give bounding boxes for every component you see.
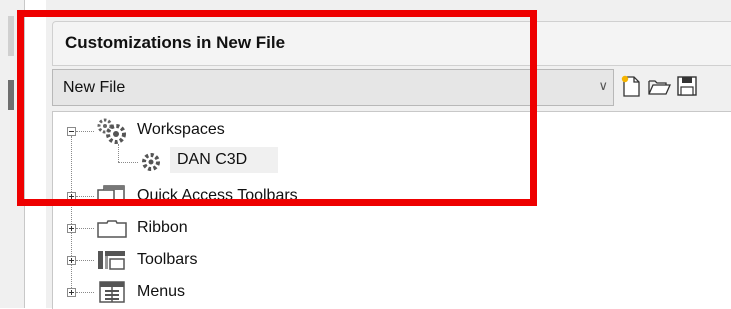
customization-tree xyxy=(52,111,731,309)
new-file-icon[interactable] xyxy=(618,73,644,99)
save-icon[interactable] xyxy=(674,73,700,99)
tree-guide-line xyxy=(76,228,94,229)
panel-title: Customizations in New File xyxy=(65,33,286,52)
tree-guide-line xyxy=(76,260,94,261)
tree-node-label: Workspaces xyxy=(137,121,225,138)
expand-toggle[interactable] xyxy=(67,288,76,297)
file-selector-value: New File xyxy=(63,79,126,96)
tree-guide-line xyxy=(76,292,94,293)
tree-guide-line xyxy=(76,131,94,132)
tree-guide-line xyxy=(118,162,138,163)
open-folder-icon[interactable] xyxy=(646,73,672,99)
expand-toggle[interactable] xyxy=(67,224,76,233)
ribbon-icon xyxy=(97,220,127,238)
tree-node-label: Menus xyxy=(137,283,186,300)
tree-guide-line xyxy=(71,136,72,292)
tree-guide-line xyxy=(118,144,119,162)
splitter-handle[interactable] xyxy=(8,16,14,56)
expand-toggle[interactable] xyxy=(67,192,76,201)
tree-node-label: Ribbon xyxy=(137,219,188,236)
tree-guide-line xyxy=(76,196,94,197)
quick-access-toolbar-icon xyxy=(97,185,125,205)
panel-header: Customizations in New File xyxy=(52,21,731,66)
left-panel-strip xyxy=(0,0,25,308)
workspace-gear-icon xyxy=(142,153,160,171)
menus-icon xyxy=(99,281,125,303)
expand-toggle[interactable] xyxy=(67,256,76,265)
toolbars-icon xyxy=(98,251,125,270)
file-selector-dropdown[interactable]: New File ∨ xyxy=(52,69,614,106)
tree-node-label: Quick Access Toolbars xyxy=(137,187,298,204)
collapse-toggle[interactable] xyxy=(67,127,76,136)
tree-node-label: Toolbars xyxy=(137,251,198,268)
workspaces-gears-icon xyxy=(97,118,126,144)
scroll-grip[interactable] xyxy=(8,80,14,110)
chevron-down-icon[interactable]: ∨ xyxy=(598,78,608,94)
tree-node-label: DAN C3D xyxy=(177,151,248,168)
